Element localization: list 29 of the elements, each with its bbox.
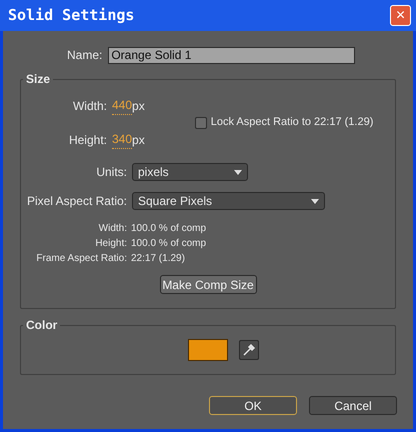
- checkbox-label: Lock Aspect Ratio to 22:17 (1.29): [210, 115, 374, 130]
- field-label: Width:: [72, 98, 107, 114]
- unit-label: px: [132, 132, 145, 148]
- checkbox[interactable]: [194, 116, 207, 128]
- name-label: Name:: [67, 47, 102, 64]
- pixel-aspect-dropdown[interactable]: Square Pixels: [132, 192, 325, 210]
- unit-label: px: [132, 98, 145, 114]
- close-button[interactable]: ×: [390, 5, 411, 26]
- group-title: Size: [23, 72, 54, 86]
- info-label: Frame Aspect Ratio:: [35, 252, 127, 266]
- info-value: 22:17 (1.29): [131, 252, 185, 266]
- name-field[interactable]: Orange Solid 1: [108, 46, 356, 64]
- group-title: Color: [23, 318, 60, 332]
- window-title: Solid Settings: [8, 5, 134, 26]
- dropdown-arrow-icon: [234, 170, 242, 174]
- cancel-button[interactable]: Cancel: [309, 396, 397, 415]
- info-label: Height:: [94, 237, 127, 251]
- info-value: 100.0 % of comp: [131, 237, 206, 251]
- units-dropdown[interactable]: pixels: [132, 163, 248, 181]
- field-label: Pixel Aspect Ratio:: [26, 193, 127, 210]
- info-value: 100.0 % of comp: [131, 222, 206, 236]
- info-label: Width:: [98, 222, 127, 236]
- field-label: Units:: [95, 164, 127, 181]
- field-label: Height:: [68, 132, 107, 148]
- ok-button[interactable]: OK: [209, 396, 297, 415]
- eyedropper-button[interactable]: [238, 340, 258, 360]
- dropdown-arrow-icon: [311, 198, 319, 204]
- make-comp-size-button[interactable]: Make Comp Size: [160, 275, 256, 294]
- color-swatch[interactable]: [188, 339, 228, 361]
